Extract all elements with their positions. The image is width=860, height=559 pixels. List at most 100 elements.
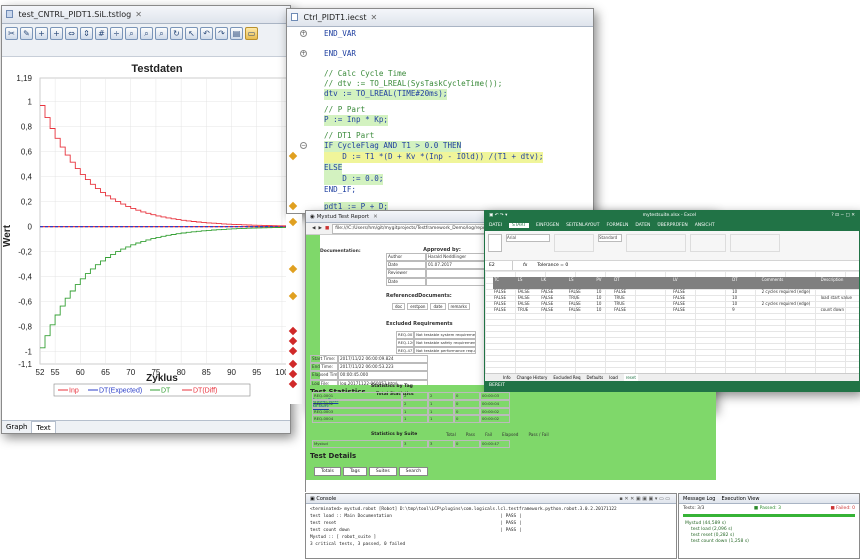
close-icon[interactable]: ✕: [373, 214, 378, 220]
code-line[interactable]: D := 0.0;: [324, 174, 384, 185]
excel-header-cell[interactable]: DT: [731, 277, 761, 289]
text-tab[interactable]: Text: [31, 421, 56, 433]
code-area[interactable]: END_VAR END_VAR// Calc Cycle Time// dtv :…: [287, 27, 593, 213]
excel-header-cell[interactable]: TC: [493, 277, 517, 289]
magnify-plus-icon[interactable]: ⌕: [155, 27, 168, 40]
magnify-icon[interactable]: ⌕: [125, 27, 138, 40]
excel-cell[interactable]: 10: [595, 307, 613, 313]
ribbon-tab[interactable]: ÜBERPRÜFEN: [657, 223, 687, 228]
fit-y-icon[interactable]: ⇕: [80, 27, 93, 40]
code-line[interactable]: dtv := TO_LREAL(TIME#20ms);: [324, 89, 448, 100]
detail-tab[interactable]: Totals: [314, 467, 341, 476]
excel-header-cell[interactable]: DT: [613, 277, 672, 289]
number-format[interactable]: Standard: [598, 234, 622, 242]
stop-icon[interactable]: ■: [325, 223, 329, 234]
ribbon-tab[interactable]: SEITENLAYOUT: [566, 223, 599, 228]
exec-tab[interactable]: Execution View: [721, 494, 759, 503]
sheet-tab[interactable]: reset: [623, 374, 638, 381]
code-line[interactable]: P := Inp * Kp;: [324, 115, 389, 126]
magnify-minus-icon[interactable]: ⌕: [140, 27, 153, 40]
sheet-tab[interactable]: load: [609, 374, 618, 381]
back-icon[interactable]: ◀: [312, 223, 315, 234]
code-line[interactable]: D := T1 *(D + Kv *(Inp - IOld)) /(T1 + d…: [324, 152, 544, 163]
sheet-tab[interactable]: Defaults: [587, 374, 604, 381]
address-field[interactable]: file:///C:/Users/hm/git/mygitprojects/Te…: [332, 224, 493, 234]
excel-header-cell[interactable]: Description: [820, 277, 859, 289]
editing-group[interactable]: [730, 234, 780, 252]
pointer-icon[interactable]: ↖: [185, 27, 198, 40]
forward-icon[interactable]: ↷: [215, 27, 228, 40]
editor-tab[interactable]: Ctrl_PIDT1.iecst ✕: [287, 9, 593, 27]
code-line[interactable]: ELSE: [324, 163, 343, 174]
exec-tree-item[interactable]: test count down (1,258 s): [685, 539, 853, 545]
doc-link[interactable]: remarks: [447, 303, 470, 310]
excel-header-cell[interactable]: LS: [568, 277, 596, 289]
sheet-tab[interactable]: Change History: [517, 374, 548, 381]
excel-cell[interactable]: FALSE: [613, 307, 672, 313]
styles-group[interactable]: [626, 234, 686, 252]
ribbon-tab[interactable]: DATEN: [635, 223, 650, 228]
folder-icon[interactable]: ▭: [245, 27, 258, 40]
excel-cell[interactable]: 9: [731, 307, 761, 313]
excel-header-cell[interactable]: PV: [595, 277, 613, 289]
quick-access[interactable]: ▣ ↶ ↷ ▾: [489, 211, 507, 220]
console-toolbar[interactable]: ▪ ✕ ✕ ▣ ▣ ▣ ▾ ▭ ▭: [619, 494, 676, 503]
formula-input[interactable]: Tolerance = 0: [537, 261, 568, 270]
cut-icon[interactable]: ✂: [5, 27, 18, 40]
excel-cell[interactable]: FALSE: [493, 307, 517, 313]
ribbon-tab[interactable]: DATEI: [489, 223, 502, 228]
chart-tab[interactable]: test_CNTRL_PIDT1.SiL.tstlog ✕: [2, 6, 290, 24]
export-icon[interactable]: ▤: [230, 27, 243, 40]
excel-cell[interactable]: FALSE: [568, 307, 596, 313]
font-box[interactable]: Arial: [506, 234, 550, 242]
graph-tab[interactable]: Graph: [2, 421, 31, 433]
tool-icon[interactable]: ✎: [20, 27, 33, 40]
grid-icon[interactable]: #: [95, 27, 108, 40]
ribbon-tab[interactable]: ANSICHT: [695, 223, 715, 228]
name-box[interactable]: E2: [489, 261, 513, 270]
ribbon-tab[interactable]: START: [509, 223, 529, 228]
close-icon[interactable]: ✕: [371, 13, 378, 22]
close-icon[interactable]: ✕: [135, 10, 142, 19]
ribbon-tab[interactable]: FORMELN: [606, 223, 628, 228]
ribbon-tab[interactable]: EINFÜGEN: [536, 223, 559, 228]
excel-header-cell[interactable]: LS: [517, 277, 541, 289]
excel-cell[interactable]: [761, 307, 820, 313]
detail-tab[interactable]: Suites: [368, 467, 397, 476]
doc-link[interactable]: doc: [392, 303, 406, 310]
refresh-icon[interactable]: ↻: [170, 27, 183, 40]
code-line[interactable]: IF CycleFlag AND T1 > 0.0 THEN: [324, 141, 462, 152]
back-icon[interactable]: ↶: [200, 27, 213, 40]
y-tick-label: -0,8: [18, 323, 32, 332]
zoom-in-y-icon[interactable]: +: [50, 27, 63, 40]
sheet-tab[interactable]: Excluded Req: [553, 374, 580, 381]
align-group[interactable]: [554, 234, 594, 252]
chart-title: Testdaten: [131, 63, 182, 75]
doc-link[interactable]: erstpon: [407, 303, 429, 310]
excel-cell[interactable]: TRUE: [517, 307, 541, 313]
y-tick-label: -1: [25, 348, 33, 357]
excel-header-cell[interactable]: Comments: [761, 277, 820, 289]
excel-cell[interactable]: FALSE: [672, 307, 731, 313]
code-line[interactable]: END_VAR: [324, 29, 356, 40]
fit-x-icon[interactable]: ⇔: [65, 27, 78, 40]
zoom-in-icon[interactable]: +: [35, 27, 48, 40]
console-output[interactable]: <terminated> mystud.robot [Robot] D:\tmp…: [306, 504, 676, 550]
split-icon[interactable]: ÷: [110, 27, 123, 40]
forward-icon[interactable]: ▶: [318, 223, 321, 234]
paste-icon[interactable]: [488, 234, 502, 252]
excel-header-cell[interactable]: LV: [672, 277, 731, 289]
excel-header-cell[interactable]: LK: [540, 277, 568, 289]
excel-cell[interactable]: FALSE: [540, 307, 568, 313]
detail-tab[interactable]: Search: [398, 467, 429, 476]
sheet-tab[interactable]: Info: [503, 374, 511, 381]
detail-tab[interactable]: Tags: [342, 467, 367, 476]
doc-link[interactable]: date: [430, 303, 446, 310]
code-line[interactable]: END_IF;: [324, 185, 356, 196]
excel-cell[interactable]: count down: [820, 307, 859, 313]
y-tick-label: 0,4: [21, 173, 33, 182]
cells-group[interactable]: [690, 234, 726, 252]
exec-tab[interactable]: Message Log: [683, 494, 715, 503]
window-controls[interactable]: ? ⊡ − □ ✕: [831, 211, 859, 220]
code-line[interactable]: END_VAR: [324, 49, 356, 60]
